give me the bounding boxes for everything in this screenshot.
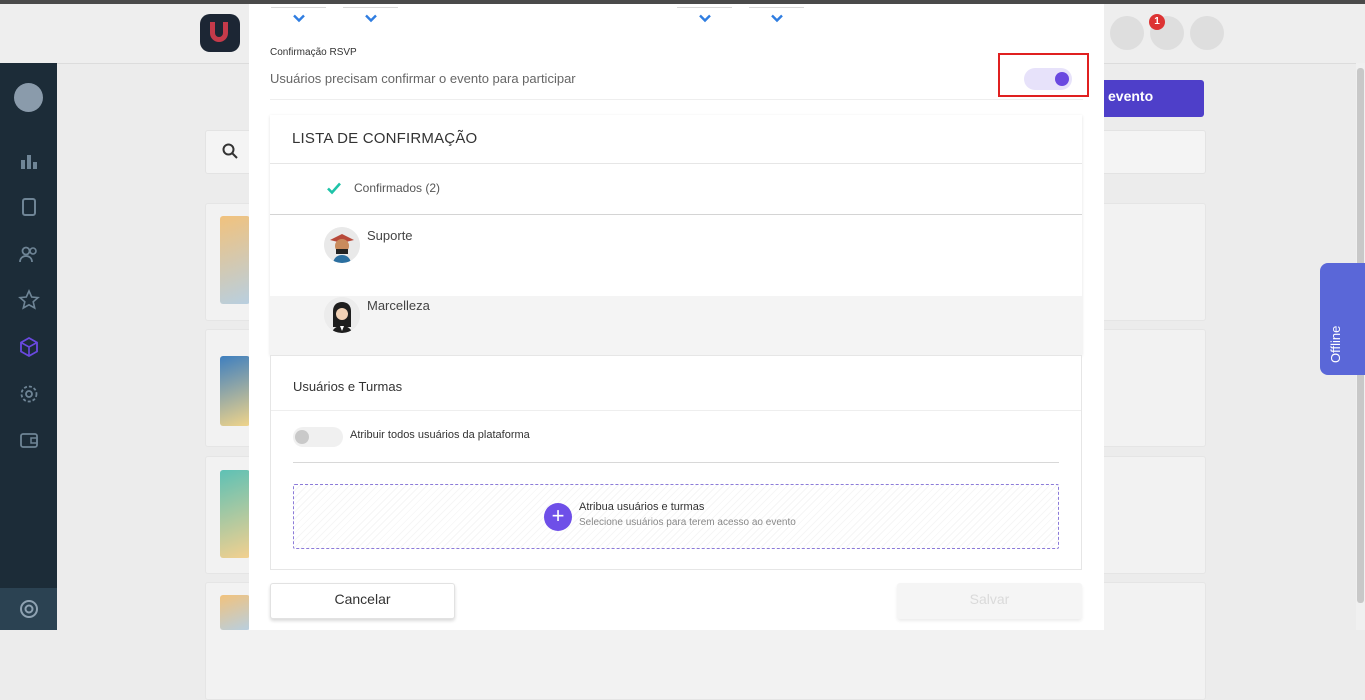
book-icon[interactable]	[18, 196, 40, 218]
star-icon[interactable]	[18, 289, 40, 311]
event-thumbnail	[220, 356, 250, 426]
select-field[interactable]	[343, 4, 398, 8]
help-icon[interactable]	[18, 598, 40, 620]
event-thumbnail	[220, 470, 250, 558]
toggle-knob	[295, 430, 309, 444]
chevron-down-icon[interactable]	[293, 12, 305, 24]
users-classes-title: Usuários e Turmas	[293, 379, 403, 394]
select-field[interactable]	[677, 4, 732, 8]
list-item: Marcelleza	[270, 296, 1082, 355]
chevron-down-icon[interactable]	[699, 12, 711, 24]
avatar	[324, 297, 360, 333]
event-thumbnail	[220, 216, 250, 304]
rsvp-label: Confirmação RSVP	[270, 47, 357, 58]
user-name: Marcelleza	[367, 298, 430, 313]
assign-all-label: Atribuir todos usuários da plataforma	[350, 429, 530, 441]
highlight-box	[998, 53, 1089, 97]
dropzone-title: Atribua usuários e turmas	[579, 501, 705, 513]
avatar	[324, 227, 360, 263]
chevron-down-icon[interactable]	[771, 12, 783, 24]
new-event-button[interactable]: evento	[1100, 80, 1204, 117]
save-button[interactable]: Salvar	[897, 583, 1082, 619]
confirmation-list-title: LISTA DE CONFIRMAÇÃO	[292, 130, 478, 147]
cancel-button[interactable]: Cancelar	[270, 583, 455, 619]
user-avatar-icon[interactable]	[14, 83, 43, 112]
rsvp-description: Usuários precisam confirmar o evento par…	[270, 71, 576, 86]
notification-badge: 1	[1149, 14, 1165, 30]
select-field[interactable]	[271, 4, 326, 8]
user-name: Suporte	[367, 228, 413, 243]
menu-icon[interactable]	[1190, 16, 1224, 50]
chart-icon[interactable]	[18, 150, 40, 172]
users-icon[interactable]	[18, 243, 40, 265]
check-icon	[326, 180, 342, 196]
divider	[271, 410, 1081, 411]
assign-all-toggle[interactable]	[293, 427, 343, 447]
divider	[270, 99, 1083, 100]
plus-icon[interactable]: +	[544, 503, 572, 531]
chevron-down-icon[interactable]	[365, 12, 377, 24]
divider	[270, 163, 1082, 164]
list-item: Suporte	[270, 215, 1082, 296]
users-classes-card: Usuários e Turmas Atribuir todos usuário…	[270, 355, 1082, 570]
assign-users-dropzone[interactable]: + Atribua usuários e turmas Selecione us…	[293, 484, 1059, 549]
app-logo	[200, 14, 240, 52]
wallet-icon[interactable]	[18, 429, 40, 451]
gear-icon[interactable]	[18, 383, 40, 405]
search-icon	[222, 143, 238, 159]
external-link-icon[interactable]	[1110, 16, 1144, 50]
event-thumbnail	[220, 595, 250, 630]
confirmation-list-card: LISTA DE CONFIRMAÇÃO Confirmados (2) Sup…	[270, 115, 1082, 355]
confirmed-count[interactable]: Confirmados (2)	[354, 181, 440, 195]
offline-label: Offline	[1328, 325, 1343, 363]
event-modal: Confirmação RSVP Usuários precisam confi…	[249, 4, 1104, 630]
dropzone-subtitle: Selecione usuários para terem acesso ao …	[579, 517, 796, 528]
cube-icon[interactable]	[18, 336, 40, 358]
select-field[interactable]	[749, 4, 804, 8]
divider	[293, 462, 1059, 463]
offline-tab[interactable]: Offline	[1320, 263, 1365, 375]
